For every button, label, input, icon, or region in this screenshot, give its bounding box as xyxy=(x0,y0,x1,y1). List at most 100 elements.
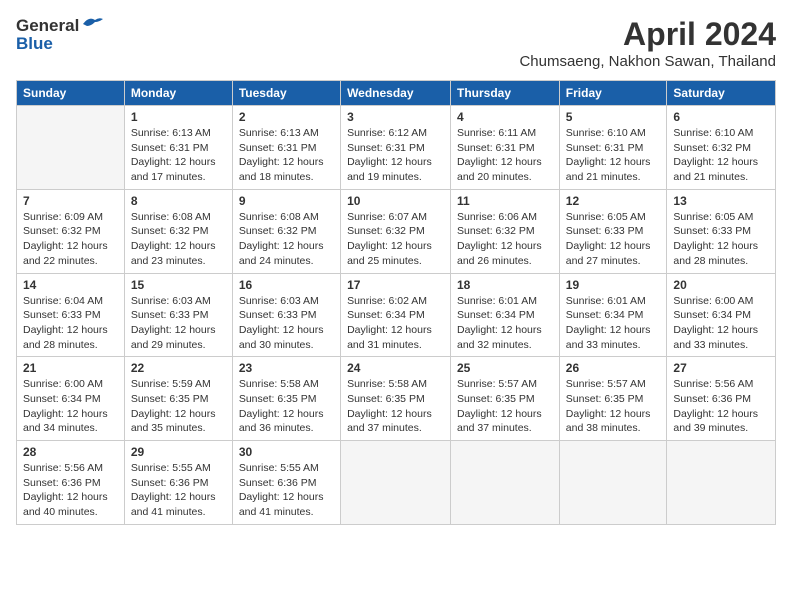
page-header: General Blue April 2024 Chumsaeng, Nakho… xyxy=(16,16,776,70)
day-number: 17 xyxy=(347,278,444,292)
calendar-cell: 23 Sunrise: 5:58 AMSunset: 6:35 PMDayligh… xyxy=(232,357,340,441)
calendar-cell: 1 Sunrise: 6:13 AMSunset: 6:31 PMDaylight… xyxy=(124,106,232,190)
day-info: Sunrise: 5:55 AMSunset: 6:36 PMDaylight:… xyxy=(131,461,226,520)
day-number: 19 xyxy=(566,278,661,292)
calendar-cell: 9 Sunrise: 6:08 AMSunset: 6:32 PMDaylight… xyxy=(232,189,340,273)
day-number: 28 xyxy=(23,445,118,459)
col-header-wednesday: Wednesday xyxy=(341,81,451,106)
calendar-cell: 8 Sunrise: 6:08 AMSunset: 6:32 PMDaylight… xyxy=(124,189,232,273)
day-info: Sunrise: 6:05 AMSunset: 6:33 PMDaylight:… xyxy=(566,210,661,269)
calendar-header-row: SundayMondayTuesdayWednesdayThursdayFrid… xyxy=(17,81,776,106)
day-info: Sunrise: 5:57 AMSunset: 6:35 PMDaylight:… xyxy=(457,377,553,436)
logo-general: General xyxy=(16,16,79,36)
day-number: 7 xyxy=(23,194,118,208)
calendar-cell: 14 Sunrise: 6:04 AMSunset: 6:33 PMDayligh… xyxy=(17,273,125,357)
day-info: Sunrise: 6:11 AMSunset: 6:31 PMDaylight:… xyxy=(457,126,553,185)
logo-blue: Blue xyxy=(16,34,53,54)
calendar-week-5: 28Sunrise: 5:56 AMSunset: 6:36 PMDayligh… xyxy=(17,441,776,525)
day-info: Sunrise: 6:05 AMSunset: 6:33 PMDaylight:… xyxy=(673,210,769,269)
calendar-week-4: 21Sunrise: 6:00 AMSunset: 6:34 PMDayligh… xyxy=(17,357,776,441)
day-info: Sunrise: 6:07 AMSunset: 6:32 PMDaylight:… xyxy=(347,210,444,269)
day-number: 16 xyxy=(239,278,334,292)
day-info: Sunrise: 6:08 AMSunset: 6:32 PMDaylight:… xyxy=(239,210,334,269)
calendar-cell xyxy=(451,441,560,525)
title-area: April 2024 Chumsaeng, Nakhon Sawan, Thai… xyxy=(519,16,776,70)
col-header-thursday: Thursday xyxy=(451,81,560,106)
day-number: 26 xyxy=(566,361,661,375)
calendar-cell: 27 Sunrise: 5:56 AMSunset: 6:36 PMDayligh… xyxy=(667,357,776,441)
calendar-cell: 28Sunrise: 5:56 AMSunset: 6:36 PMDayligh… xyxy=(17,441,125,525)
day-number: 8 xyxy=(131,194,226,208)
col-header-sunday: Sunday xyxy=(17,81,125,106)
col-header-friday: Friday xyxy=(559,81,667,106)
day-number: 22 xyxy=(131,361,226,375)
day-number: 23 xyxy=(239,361,334,375)
calendar-cell: 13Sunrise: 6:05 AMSunset: 6:33 PMDayligh… xyxy=(667,189,776,273)
day-number: 11 xyxy=(457,194,553,208)
calendar-cell: 10 Sunrise: 6:07 AMSunset: 6:32 PMDayligh… xyxy=(341,189,451,273)
calendar-cell: 26Sunrise: 5:57 AMSunset: 6:35 PMDayligh… xyxy=(559,357,667,441)
day-number: 14 xyxy=(23,278,118,292)
logo-bird-icon xyxy=(81,16,103,32)
day-info: Sunrise: 6:02 AMSunset: 6:34 PMDaylight:… xyxy=(347,294,444,353)
calendar-week-3: 14 Sunrise: 6:04 AMSunset: 6:33 PMDayligh… xyxy=(17,273,776,357)
day-info: Sunrise: 5:58 AMSunset: 6:35 PMDaylight:… xyxy=(239,377,334,436)
day-info: Sunrise: 5:55 AMSunset: 6:36 PMDaylight:… xyxy=(239,461,334,520)
calendar-cell xyxy=(17,106,125,190)
day-number: 29 xyxy=(131,445,226,459)
calendar-cell: 5Sunrise: 6:10 AMSunset: 6:31 PMDaylight… xyxy=(559,106,667,190)
day-info: Sunrise: 6:12 AMSunset: 6:31 PMDaylight:… xyxy=(347,126,444,185)
month-title: April 2024 xyxy=(519,16,776,53)
day-number: 12 xyxy=(566,194,661,208)
calendar-cell: 19 Sunrise: 6:01 AMSunset: 6:34 PMDayligh… xyxy=(559,273,667,357)
day-info: Sunrise: 5:59 AMSunset: 6:35 PMDaylight:… xyxy=(131,377,226,436)
calendar-cell: 29 Sunrise: 5:55 AMSunset: 6:36 PMDayligh… xyxy=(124,441,232,525)
day-info: Sunrise: 6:10 AMSunset: 6:32 PMDaylight:… xyxy=(673,126,769,185)
calendar-cell: 16 Sunrise: 6:03 AMSunset: 6:33 PMDayligh… xyxy=(232,273,340,357)
day-number: 20 xyxy=(673,278,769,292)
day-info: Sunrise: 6:13 AMSunset: 6:31 PMDaylight:… xyxy=(131,126,226,185)
calendar-cell: 3 Sunrise: 6:12 AMSunset: 6:31 PMDaylight… xyxy=(341,106,451,190)
day-info: Sunrise: 6:00 AMSunset: 6:34 PMDaylight:… xyxy=(673,294,769,353)
calendar-table: SundayMondayTuesdayWednesdayThursdayFrid… xyxy=(16,80,776,525)
day-info: Sunrise: 6:10 AMSunset: 6:31 PMDaylight:… xyxy=(566,126,661,185)
day-info: Sunrise: 6:06 AMSunset: 6:32 PMDaylight:… xyxy=(457,210,553,269)
day-number: 9 xyxy=(239,194,334,208)
calendar-cell: 7 Sunrise: 6:09 AMSunset: 6:32 PMDaylight… xyxy=(17,189,125,273)
col-header-tuesday: Tuesday xyxy=(232,81,340,106)
day-number: 25 xyxy=(457,361,553,375)
day-info: Sunrise: 6:01 AMSunset: 6:34 PMDaylight:… xyxy=(457,294,553,353)
day-info: Sunrise: 6:03 AMSunset: 6:33 PMDaylight:… xyxy=(239,294,334,353)
day-info: Sunrise: 5:56 AMSunset: 6:36 PMDaylight:… xyxy=(673,377,769,436)
location: Chumsaeng, Nakhon Sawan, Thailand xyxy=(519,53,776,70)
calendar-cell: 21Sunrise: 6:00 AMSunset: 6:34 PMDayligh… xyxy=(17,357,125,441)
day-number: 3 xyxy=(347,110,444,124)
day-info: Sunrise: 6:01 AMSunset: 6:34 PMDaylight:… xyxy=(566,294,661,353)
day-number: 24 xyxy=(347,361,444,375)
calendar-cell xyxy=(341,441,451,525)
calendar-cell: 6Sunrise: 6:10 AMSunset: 6:32 PMDaylight… xyxy=(667,106,776,190)
calendar-cell xyxy=(559,441,667,525)
calendar-cell: 18Sunrise: 6:01 AMSunset: 6:34 PMDayligh… xyxy=(451,273,560,357)
calendar-cell: 17 Sunrise: 6:02 AMSunset: 6:34 PMDayligh… xyxy=(341,273,451,357)
day-number: 10 xyxy=(347,194,444,208)
calendar-cell: 30Sunrise: 5:55 AMSunset: 6:36 PMDayligh… xyxy=(232,441,340,525)
calendar-cell xyxy=(667,441,776,525)
day-info: Sunrise: 6:04 AMSunset: 6:33 PMDaylight:… xyxy=(23,294,118,353)
day-number: 1 xyxy=(131,110,226,124)
day-info: Sunrise: 6:03 AMSunset: 6:33 PMDaylight:… xyxy=(131,294,226,353)
day-number: 27 xyxy=(673,361,769,375)
day-info: Sunrise: 6:08 AMSunset: 6:32 PMDaylight:… xyxy=(131,210,226,269)
day-info: Sunrise: 6:09 AMSunset: 6:32 PMDaylight:… xyxy=(23,210,118,269)
calendar-week-2: 7 Sunrise: 6:09 AMSunset: 6:32 PMDaylight… xyxy=(17,189,776,273)
col-header-monday: Monday xyxy=(124,81,232,106)
day-info: Sunrise: 6:13 AMSunset: 6:31 PMDaylight:… xyxy=(239,126,334,185)
calendar-cell: 2 Sunrise: 6:13 AMSunset: 6:31 PMDaylight… xyxy=(232,106,340,190)
day-number: 15 xyxy=(131,278,226,292)
calendar-cell: 11 Sunrise: 6:06 AMSunset: 6:32 PMDayligh… xyxy=(451,189,560,273)
calendar-cell: 24Sunrise: 5:58 AMSunset: 6:35 PMDayligh… xyxy=(341,357,451,441)
calendar-cell: 25 Sunrise: 5:57 AMSunset: 6:35 PMDayligh… xyxy=(451,357,560,441)
calendar-cell: 4Sunrise: 6:11 AMSunset: 6:31 PMDaylight… xyxy=(451,106,560,190)
calendar-week-1: 1 Sunrise: 6:13 AMSunset: 6:31 PMDaylight… xyxy=(17,106,776,190)
day-number: 2 xyxy=(239,110,334,124)
